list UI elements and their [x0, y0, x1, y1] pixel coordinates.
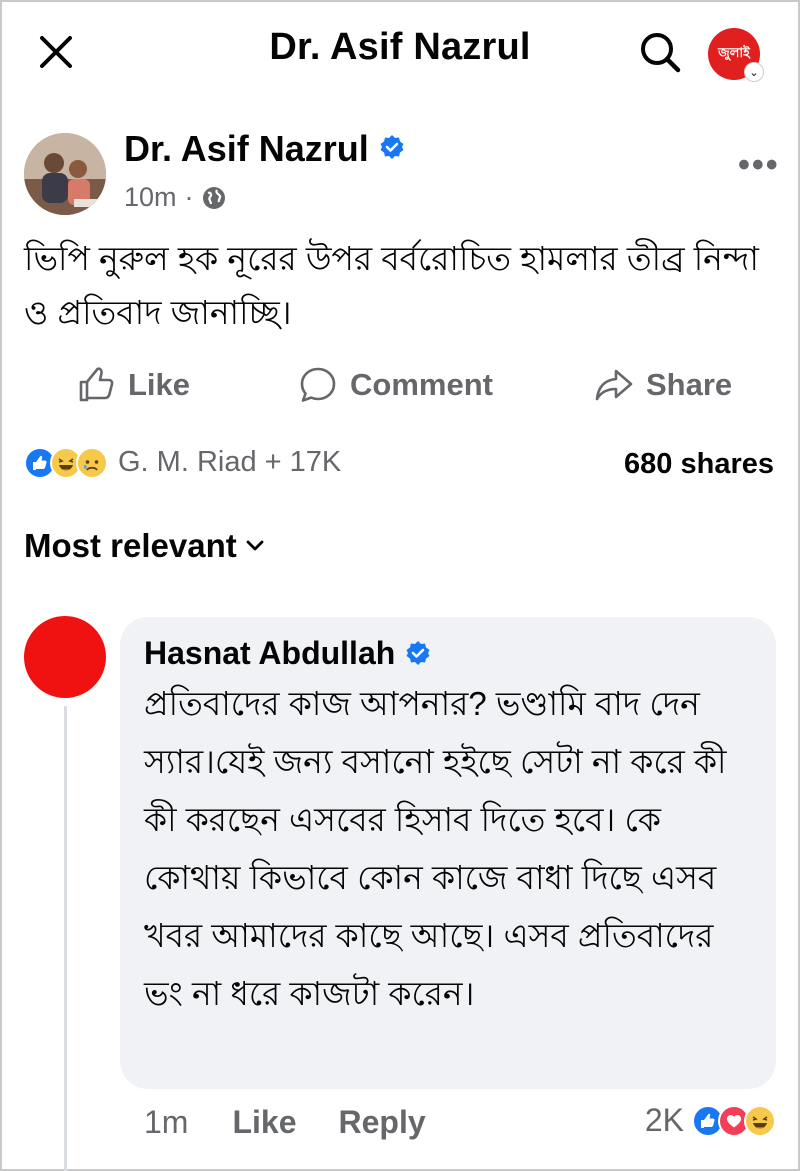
thumbs-up-icon — [79, 367, 114, 402]
reactions-summary[interactable]: G. M. Riad + 17K — [24, 446, 341, 479]
post-action-bar: Like Comment Share — [0, 365, 800, 421]
sad-reaction-icon — [76, 446, 108, 479]
comment-reaction-count: 2K — [644, 1102, 684, 1138]
comment-icon — [300, 367, 336, 402]
badge-label: জুলাই — [718, 44, 750, 60]
search-icon[interactable] — [636, 28, 684, 76]
more-options-button[interactable]: ••• — [738, 146, 780, 185]
comment-button[interactable]: Comment — [298, 365, 493, 405]
shares-count[interactable]: 680 shares — [624, 448, 774, 481]
chevron-down-icon: ⌄ — [744, 62, 764, 82]
post-meta: 10m · — [124, 182, 226, 213]
like-label: Like — [128, 367, 191, 402]
reactions-count: G. M. Riad + 17K — [118, 446, 342, 478]
avatar-photo — [24, 133, 106, 215]
comment-reply-button[interactable]: Reply — [338, 1104, 425, 1141]
top-bar: Dr. Asif Nazrul জুলাই ⌄ — [0, 0, 800, 104]
commenter-name-row: Hasnat Abdullah — [144, 633, 752, 673]
comment-text: প্রতিবাদের কাজ আপনার? ভণ্ডামি বাদ দেন স্… — [144, 685, 727, 1012]
verified-badge-icon — [380, 135, 404, 160]
comment-label: Comment — [350, 367, 493, 402]
author-avatar[interactable] — [24, 133, 106, 215]
post-time[interactable]: 10m — [124, 182, 177, 213]
share-button[interactable]: Share — [594, 365, 732, 405]
post-text: ভিপি নুরুল হক নূরের উপর বর্বরোচিত হামলার… — [24, 240, 759, 331]
like-button[interactable]: Like — [76, 365, 190, 405]
comment-sort-dropdown[interactable]: Most relevant — [24, 527, 267, 565]
commenter-avatar[interactable] — [24, 616, 106, 698]
comment-like-button[interactable]: Like — [232, 1104, 296, 1141]
comment-sort-label: Most relevant — [24, 527, 237, 564]
chevron-down-icon — [246, 540, 264, 551]
comment-actions: 1m Like Reply — [144, 1104, 426, 1141]
share-label: Share — [646, 367, 733, 402]
meta-separator: · — [184, 182, 194, 212]
post-author[interactable]: Dr. Asif Nazrul — [124, 128, 405, 170]
post-author-name[interactable]: Dr. Asif Nazrul — [124, 128, 369, 169]
profile-badge-button[interactable]: জুলাই ⌄ — [708, 28, 764, 82]
share-icon — [595, 369, 633, 401]
comment-reactions[interactable]: 2K — [644, 1102, 776, 1139]
verified-badge-icon — [406, 641, 430, 665]
thread-line — [64, 706, 67, 1171]
globe-icon — [202, 186, 225, 209]
commenter-name[interactable]: Hasnat Abdullah — [144, 635, 395, 672]
haha-reaction-icon — [744, 1104, 776, 1137]
comment-bubble[interactable]: Hasnat Abdullah প্রতিবাদের কাজ আপনার? ভণ… — [120, 617, 776, 1089]
comment-time[interactable]: 1m — [144, 1104, 188, 1141]
